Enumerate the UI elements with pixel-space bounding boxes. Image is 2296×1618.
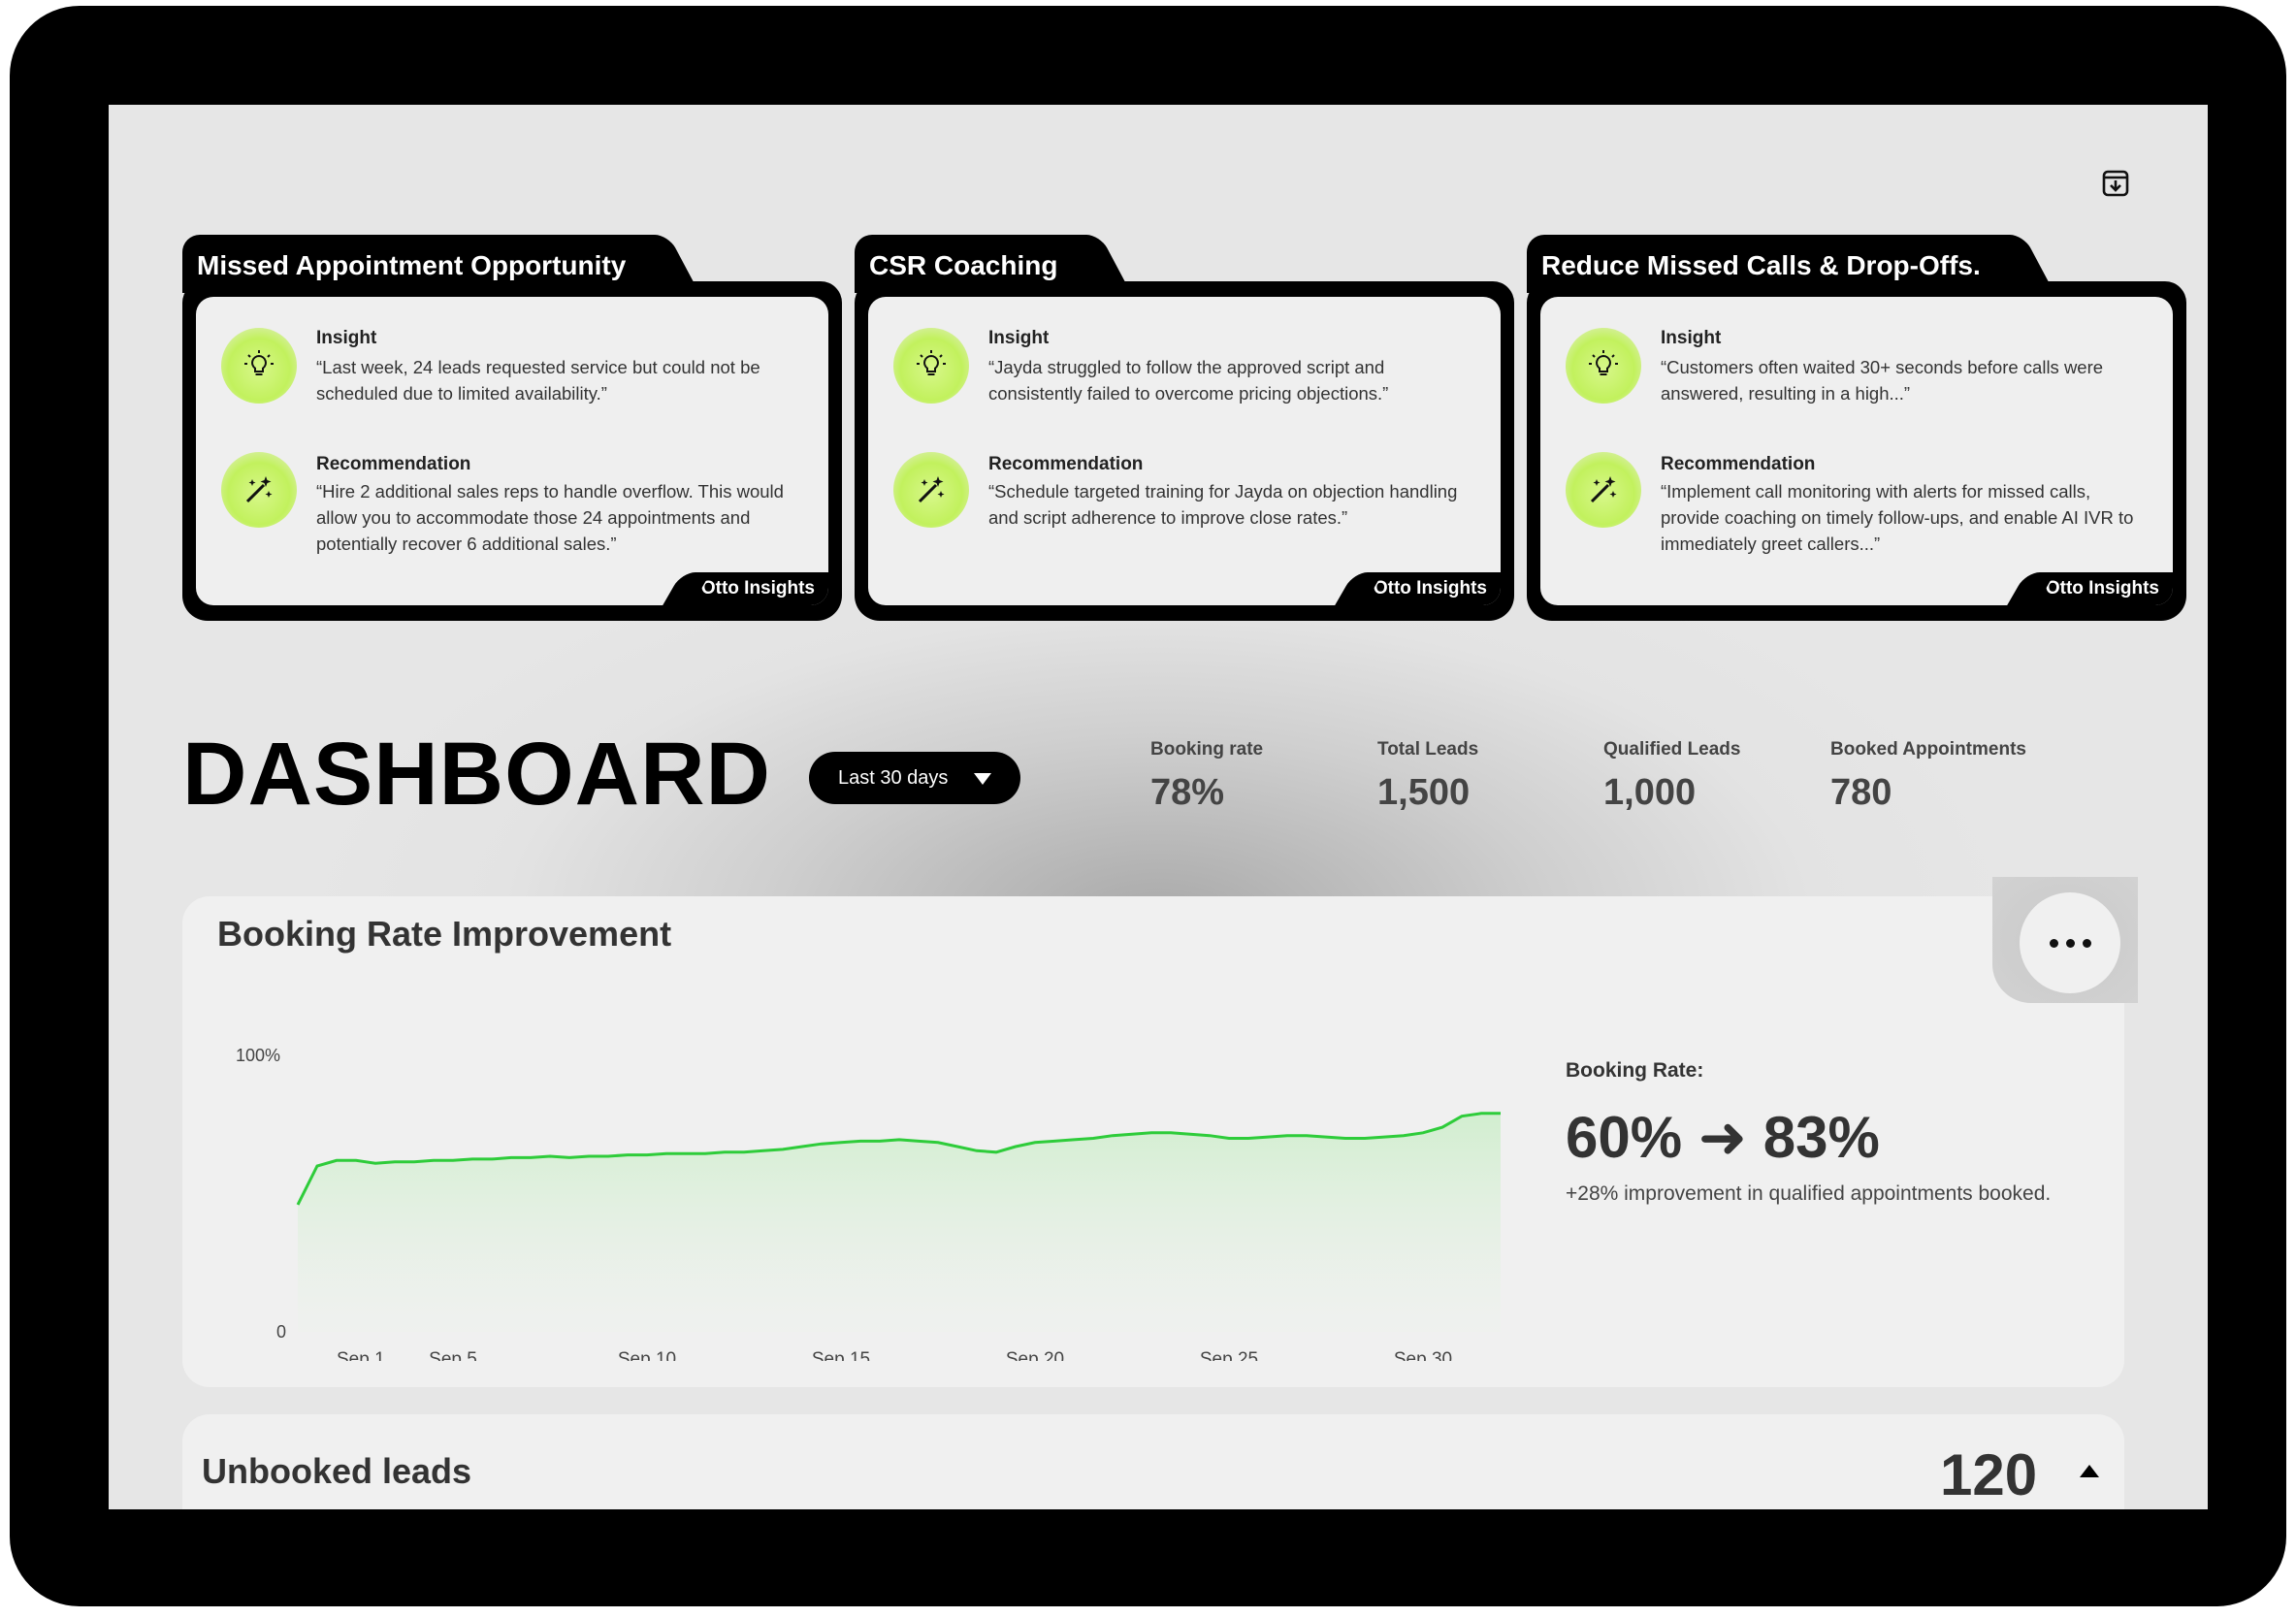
stat-label: Booking rate (1150, 739, 1264, 760)
y-tick-label: 100% (236, 1046, 280, 1065)
insight-text: “Last week, 24 leads requested service b… (316, 357, 760, 404)
card-body: Insight “Customers often waited 30+ seco… (1540, 297, 2173, 605)
download-box-icon (2102, 170, 2129, 197)
x-tick-label: Sep 10 (618, 1349, 676, 1361)
export-button[interactable] (2097, 165, 2134, 202)
lightbulb-icon (893, 328, 969, 404)
magic-wand-icon (893, 452, 969, 528)
unbooked-leads-card[interactable] (182, 1414, 2124, 1509)
chart-title: Booking Rate Improvement (217, 914, 672, 954)
stat-label: Booked Appointments (1830, 739, 2026, 760)
booking-rate-label: Booking Rate: (1566, 1059, 1704, 1082)
stat-booked-appointments: Booked Appointments 780 (1830, 739, 2026, 814)
collapse-caret-icon[interactable] (2080, 1465, 2099, 1477)
recommendation-text: “Schedule targeted training for Jayda on… (988, 481, 1458, 528)
x-tick-label: Sep 20 (1006, 1349, 1064, 1361)
stat-value: 780 (1830, 772, 1892, 813)
magic-wand-icon (221, 452, 297, 528)
lightbulb-icon (221, 328, 297, 404)
otto-insights-badge: Otto Insights (689, 572, 828, 605)
booking-rate-value: 60% ➜ 83% (1566, 1105, 1880, 1170)
lightbulb-icon (1566, 328, 1641, 404)
booking-rate-note: +28% improvement in qualified appointmen… (1566, 1182, 2052, 1205)
insight-label: Insight (988, 328, 1050, 348)
insight-label: Insight (316, 328, 377, 348)
x-tick-label: Sep 30 (1394, 1349, 1452, 1361)
dot-icon (2065, 938, 2075, 948)
recommendation-label: Recommendation (988, 454, 1144, 474)
booking-rate-chart: 100% 0 Sep 1 Sep 5 Sep 10 Sep 15 Sep 20 Sep 25 S… (236, 1046, 1501, 1361)
insight-label: Insight (1661, 328, 1722, 348)
app-screen: Insight “Last week, 24 leads requested s… (109, 105, 2208, 1509)
otto-insights-badge: Otto Insights (2033, 572, 2173, 605)
date-range-value: Last 30 days (838, 767, 949, 789)
insight-card-csr-coaching[interactable]: Insight “Jayda struggled to follow the a… (855, 235, 1514, 621)
stat-total-leads: Total Leads 1,500 (1377, 739, 1478, 814)
insight-text: “Jayda struggled to follow the approved … (988, 357, 1389, 404)
tablet-frame: Insight “Last week, 24 leads requested s… (10, 6, 2286, 1606)
recommendation-text: “Implement call monitoring with alerts f… (1661, 481, 2134, 554)
insight-text: “Customers often waited 30+ seconds befo… (1661, 357, 2104, 404)
x-tick-label: Sep 5 (429, 1349, 477, 1361)
unbooked-leads-count: 120 (1940, 1442, 2038, 1507)
caret-down-icon (974, 773, 991, 785)
stat-value: 1,000 (1603, 772, 1697, 813)
magic-wand-icon (1566, 452, 1641, 528)
page-title: DASHBOARD (182, 725, 771, 824)
x-tick-label: Sep 15 (812, 1349, 870, 1361)
recommendation-label: Recommendation (1661, 454, 1816, 474)
more-options-button[interactable] (2020, 892, 2120, 993)
card-frame: Insight “Last week, 24 leads requested s… (182, 281, 842, 621)
card-title: CSR Coaching (855, 235, 1087, 293)
card-body: Insight “Last week, 24 leads requested s… (196, 297, 828, 605)
card-frame: Insight “Customers often waited 30+ seco… (1527, 281, 2186, 621)
otto-insights-badge: Otto Insights (1361, 572, 1501, 605)
stat-label: Qualified Leads (1603, 739, 1741, 760)
card-title: Missed Appointment Opportunity (182, 235, 656, 293)
dot-icon (2082, 938, 2091, 948)
series-area (298, 1113, 1501, 1332)
stat-qualified-leads: Qualified Leads 1,000 (1603, 739, 1740, 814)
stat-value: 78% (1150, 772, 1225, 813)
x-tick-label: Sep 25 (1200, 1349, 1258, 1361)
unbooked-leads-label: Unbooked leads (202, 1451, 472, 1491)
dot-icon (2049, 938, 2058, 948)
stat-label: Total Leads (1377, 739, 1479, 760)
card-body: Insight “Jayda struggled to follow the a… (868, 297, 1501, 605)
card-frame: Insight “Jayda struggled to follow the a… (855, 281, 1514, 621)
recommendation-label: Recommendation (316, 454, 471, 474)
y-tick-label: 0 (276, 1322, 286, 1342)
insight-card-missed-appointment[interactable]: Insight “Last week, 24 leads requested s… (182, 235, 842, 621)
stat-value: 1,500 (1377, 772, 1471, 813)
insight-card-missed-calls[interactable]: Insight “Customers often waited 30+ seco… (1527, 235, 2186, 621)
date-range-select[interactable]: Last 30 days (809, 752, 1020, 804)
stat-booking-rate: Booking rate 78% (1150, 739, 1263, 814)
x-tick-label: Sep 1 (337, 1349, 385, 1361)
recommendation-text: “Hire 2 additional sales reps to handle … (316, 481, 784, 554)
card-title: Reduce Missed Calls & Drop-Offs. (1527, 235, 2010, 293)
